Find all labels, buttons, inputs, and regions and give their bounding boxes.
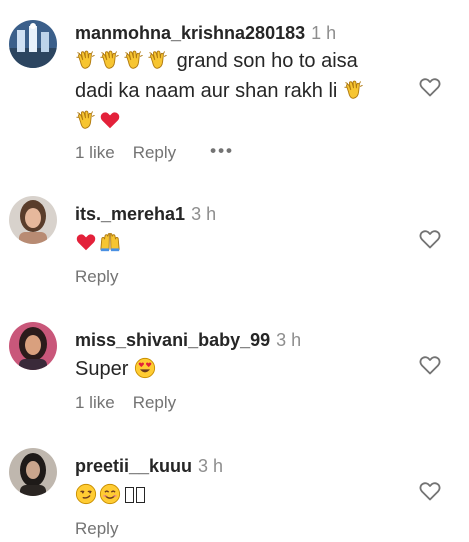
comment-text-line-1: grand son ho to aisa [75, 46, 419, 76]
avatar[interactable] [9, 322, 57, 370]
missing-glyph-icon [136, 487, 145, 503]
avatar-image [9, 322, 57, 370]
like-count[interactable]: 1 like [75, 142, 115, 164]
missing-glyph-icon [125, 487, 134, 503]
like-heart-icon[interactable] [417, 75, 443, 99]
clapping-hands-emoji-icon [75, 49, 97, 71]
comment-username[interactable]: manmohna_krishna280183 [75, 23, 305, 43]
comment-actions: 1 like Reply ••• [75, 140, 234, 164]
comment-timestamp: 3 h [276, 330, 302, 350]
comment-timestamp: 3 h [191, 204, 217, 224]
comment-text-line-1 [75, 480, 419, 510]
comment-text: dadi ka naam aur shan rakh li [75, 80, 338, 102]
comment-username[interactable]: preetii__kuuu [75, 456, 192, 476]
like-heart-icon[interactable] [417, 353, 443, 377]
comment-text: grand son ho to aisa [176, 50, 358, 72]
avatar[interactable] [9, 448, 57, 496]
like-count[interactable]: 1 like [75, 392, 115, 414]
comment-timestamp: 1 h [311, 23, 337, 43]
reply-button[interactable]: Reply [75, 518, 118, 540]
red-heart-emoji-icon [99, 109, 121, 131]
avatar[interactable] [9, 20, 57, 68]
avatar-image [9, 20, 57, 68]
clapping-hands-emoji-icon [99, 49, 121, 71]
avatar[interactable] [9, 196, 57, 244]
like-heart-icon[interactable] [417, 227, 443, 251]
avatar-image [9, 448, 57, 496]
clapping-hands-emoji-icon [147, 49, 169, 71]
comment-text-line-1 [75, 228, 419, 258]
comment-username[interactable]: miss_shivani_baby_99 [75, 330, 270, 350]
comment-actions: Reply [75, 266, 118, 288]
clapping-hands-emoji-icon [75, 109, 97, 131]
comment-text-line-2: dadi ka naam aur shan rakh li [75, 76, 419, 106]
clapping-hands-emoji-icon [123, 49, 145, 71]
more-options-icon[interactable]: ••• [210, 140, 234, 162]
heart-eyes-emoji-icon [134, 357, 156, 379]
reply-button[interactable]: Reply [133, 392, 176, 414]
comment-actions: Reply [75, 518, 118, 540]
smirking-face-emoji-icon [75, 483, 97, 505]
raising-hands-emoji-icon [99, 231, 121, 253]
comment-text-line-3 [75, 106, 419, 136]
comment-actions: 1 like Reply [75, 392, 176, 414]
like-heart-icon[interactable] [417, 479, 443, 503]
avatar-image [9, 196, 57, 244]
comment-text: Super [75, 358, 129, 380]
red-heart-emoji-icon [75, 231, 97, 253]
smiling-face-emoji-icon [99, 483, 121, 505]
comment-username[interactable]: its._mereha1 [75, 204, 185, 224]
reply-button[interactable]: Reply [133, 142, 176, 164]
comment-timestamp: 3 h [198, 456, 224, 476]
clapping-hands-emoji-icon [343, 79, 365, 101]
reply-button[interactable]: Reply [75, 266, 118, 288]
comment-text-line-1: Super [75, 354, 419, 384]
